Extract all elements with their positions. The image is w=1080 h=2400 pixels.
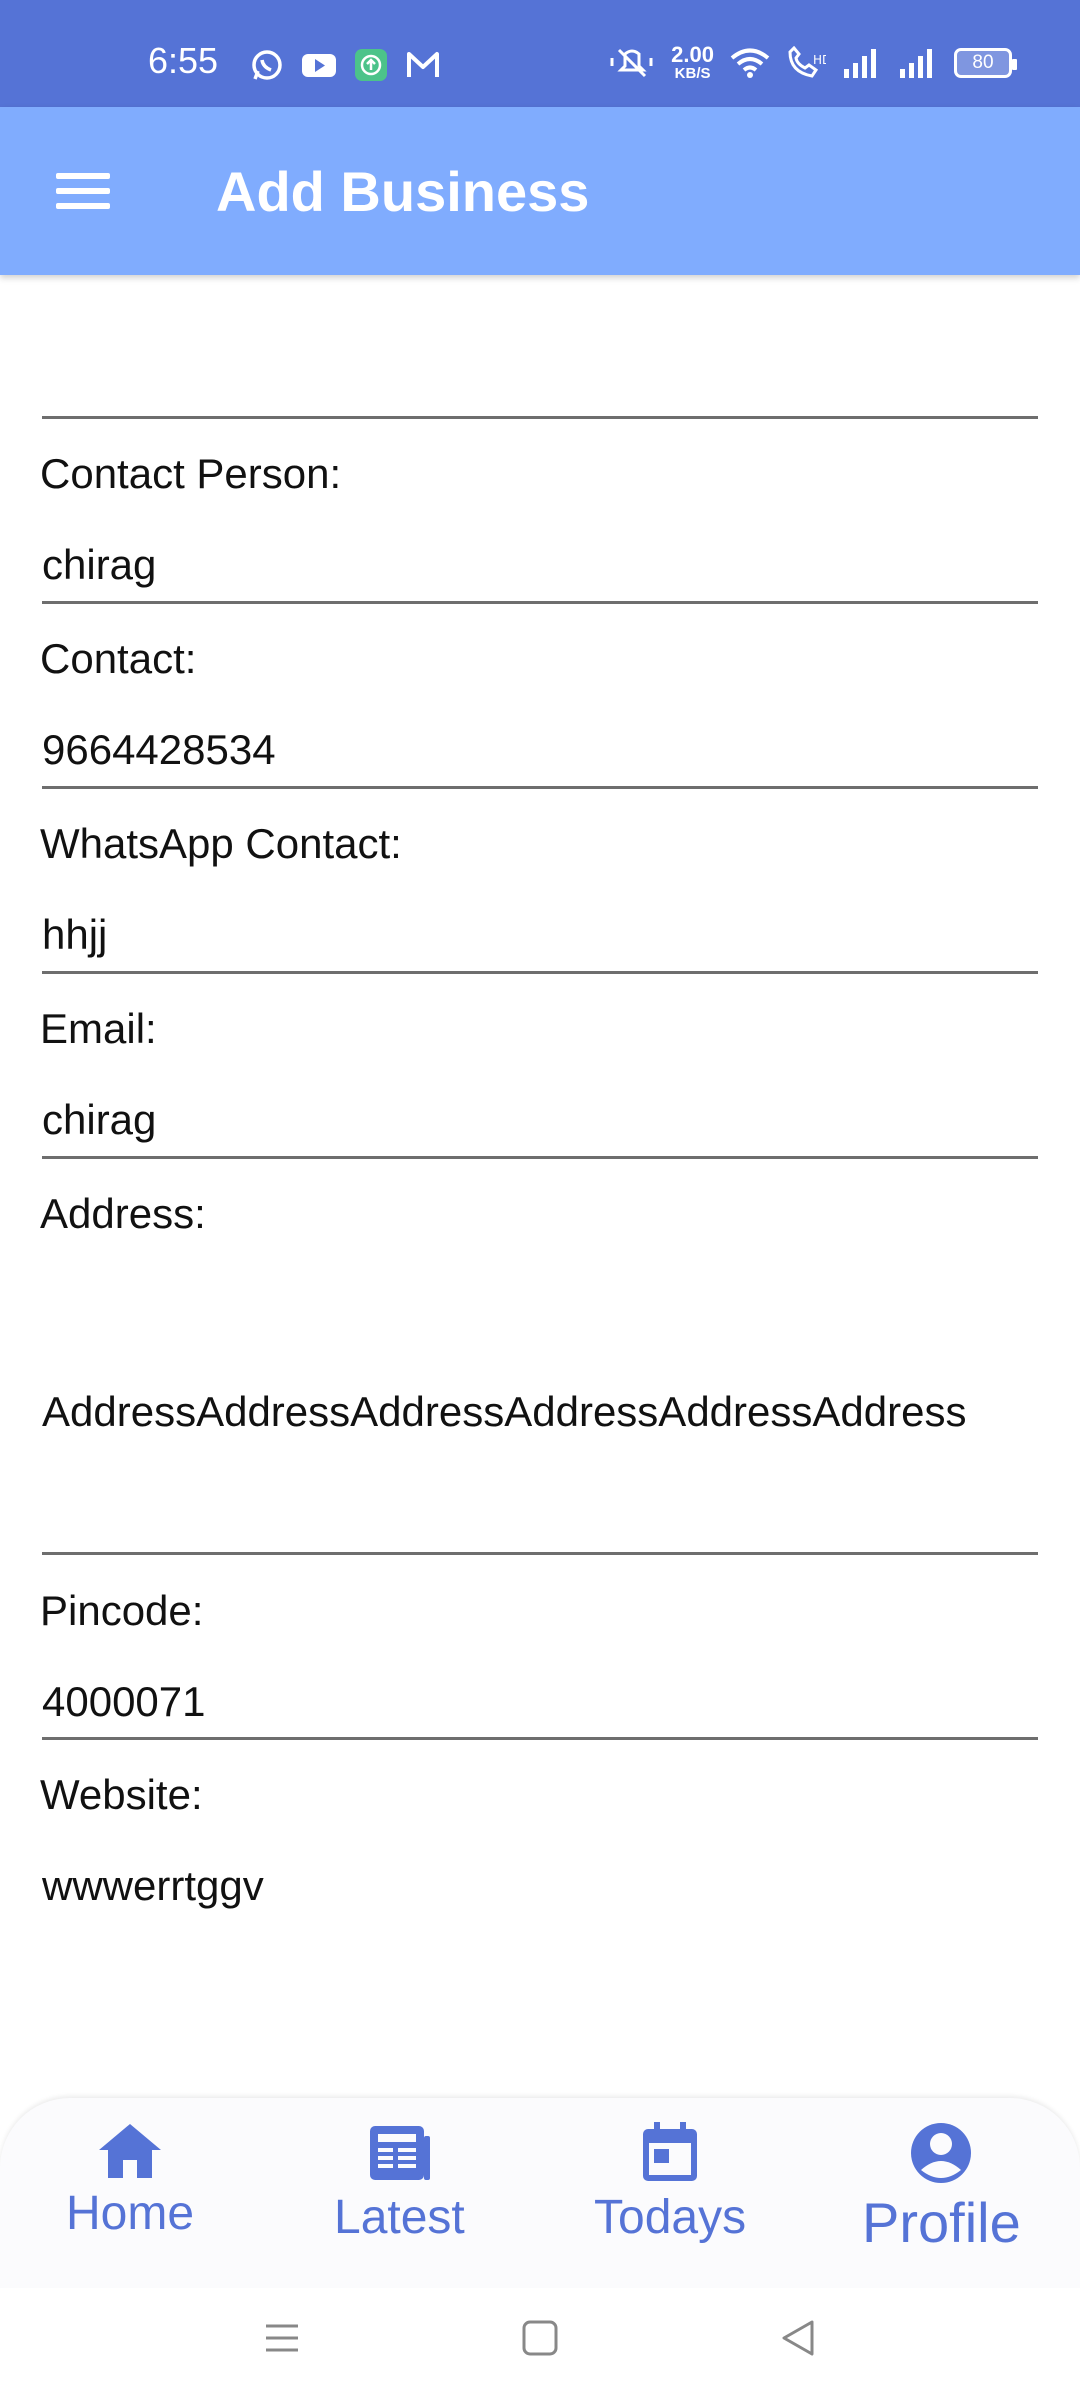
svg-text:HD: HD <box>813 53 826 67</box>
wifi-icon <box>730 48 770 78</box>
email-underline <box>42 1156 1038 1159</box>
email-label: Email: <box>40 1005 157 1052</box>
gmail-icon <box>407 52 439 77</box>
whatsapp-contact-input[interactable]: hhjj <box>42 911 107 959</box>
home-square-icon[interactable] <box>520 2318 560 2358</box>
page-title: Add Business <box>216 160 590 223</box>
website-label: Website: <box>40 1771 203 1818</box>
battery-level: 80 <box>972 51 994 73</box>
account-circle-icon <box>911 2123 972 2183</box>
contact-person-input[interactable]: chirag <box>42 541 156 589</box>
battery-icon: 80 <box>954 47 1017 78</box>
app-bar: Add Business <box>0 107 1080 275</box>
calendar-icon <box>643 2122 698 2181</box>
address-label: Address: <box>40 1190 206 1237</box>
pincode-label: Pincode: <box>40 1587 204 1634</box>
mute-icon <box>610 48 653 77</box>
nav-profile[interactable]: Profile <box>862 2122 1021 2255</box>
volte-call-icon: HD <box>788 45 826 78</box>
nav-home-label: Home <box>66 2187 195 2240</box>
hamburger-menu-icon[interactable] <box>52 169 114 213</box>
youtube-icon <box>302 54 336 77</box>
signal-icon <box>900 48 932 78</box>
system-status-icons: 2.00 KB/S HD 80 <box>609 42 1017 82</box>
address-underline <box>42 1552 1038 1555</box>
whatsapp-icon <box>252 50 282 80</box>
contact-underline <box>42 786 1038 789</box>
notification-icons <box>248 48 442 82</box>
signal-icon <box>844 48 876 78</box>
nav-todays-label: Todays <box>594 2191 747 2244</box>
previous-field-underline <box>42 416 1038 419</box>
bottom-navigation: Home Latest Todays Profile <box>0 2098 1080 2288</box>
contact-person-label: Contact Person: <box>40 450 342 497</box>
nav-todays[interactable]: Todays <box>594 2122 746 2245</box>
address-input[interactable]: AddressAddressAddressAddressAddressAddre… <box>42 1388 966 1436</box>
contact-person-underline <box>42 601 1038 604</box>
newspaper-icon <box>370 2126 431 2180</box>
recents-icon[interactable] <box>262 2318 302 2358</box>
back-icon[interactable] <box>778 2318 818 2358</box>
nav-latest[interactable]: Latest <box>334 2122 465 2245</box>
network-speed: 2.00 KB/S <box>671 42 714 82</box>
website-input[interactable]: wwwerrtggv <box>42 1862 264 1910</box>
email-input[interactable]: chirag <box>42 1096 156 1144</box>
contact-label: Contact: <box>40 635 197 682</box>
contact-input[interactable]: 9664428534 <box>42 726 276 774</box>
nav-profile-label: Profile <box>862 2191 1021 2254</box>
pincode-input[interactable]: 4000071 <box>42 1678 206 1726</box>
whatsapp-contact-underline <box>42 971 1038 974</box>
home-icon <box>99 2124 162 2178</box>
pincode-underline <box>42 1737 1038 1740</box>
system-navigation-bar <box>0 2288 1080 2400</box>
net-speed-unit: KB/S <box>674 65 711 82</box>
status-bar: 6:55 2.00 KB/S H 80 <box>0 0 1080 107</box>
nav-home[interactable]: Home <box>66 2122 194 2241</box>
upload-app-icon <box>355 49 387 81</box>
status-time: 6:55 <box>148 40 219 81</box>
net-speed-value: 2.00 <box>671 42 714 67</box>
nav-latest-label: Latest <box>334 2191 465 2244</box>
whatsapp-contact-label: WhatsApp Contact: <box>40 820 402 867</box>
